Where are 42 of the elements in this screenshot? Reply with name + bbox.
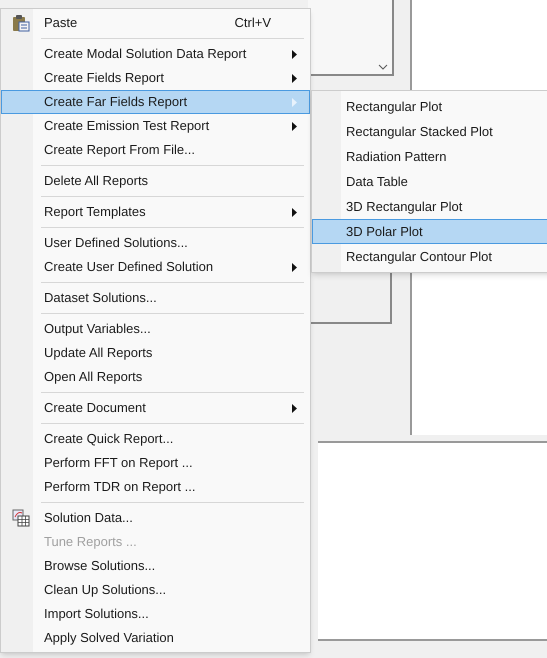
menu-item[interactable]: Delete All Reports (1, 169, 310, 193)
menu-item[interactable]: Create Report From File... (1, 138, 310, 162)
menu-item[interactable]: Create Emission Test Report (1, 114, 310, 138)
table-icon (12, 509, 30, 527)
menu-item[interactable]: 3D Rectangular Plot (312, 194, 547, 219)
menu-item[interactable]: Open All Reports (1, 365, 310, 389)
menu-item[interactable]: Create User Defined Solution (1, 255, 310, 279)
menu-item[interactable]: Perform FFT on Report ... (1, 451, 310, 475)
dropdown-field[interactable] (308, 0, 394, 76)
shortcut-text: Ctrl+V (234, 14, 271, 32)
menu-item[interactable]: Create Fields Report (1, 66, 310, 90)
menu-item[interactable]: Create Quick Report... (1, 427, 310, 451)
menu-item[interactable]: Apply Solved Variation (1, 626, 310, 650)
menu-item[interactable]: Browse Solutions... (1, 554, 310, 578)
menu-item[interactable]: Update All Reports (1, 341, 310, 365)
submenu-arrow-icon (292, 50, 297, 58)
submenu-arrow-icon (292, 208, 297, 216)
menu-item[interactable]: Radiation Pattern (312, 144, 547, 169)
submenu-arrow-icon (292, 122, 297, 130)
menu-item[interactable]: Output Variables... (1, 317, 310, 341)
menu-item[interactable]: Create Document (1, 396, 310, 420)
menu-item[interactable]: Rectangular Stacked Plot (312, 119, 547, 144)
submenu-arrow-icon (292, 74, 297, 82)
menu-item[interactable]: Import Solutions... (1, 602, 310, 626)
menu-item[interactable]: Report Templates (1, 200, 310, 224)
clipboard-icon (12, 14, 30, 32)
menu-item[interactable]: Solution Data... (1, 506, 310, 530)
chevron-down-icon (378, 64, 388, 70)
submenu-arrow-icon (292, 262, 297, 272)
menu-item[interactable]: Data Table (312, 169, 547, 194)
menu-item[interactable]: Rectangular Plot (312, 94, 547, 119)
menu-item[interactable]: Dataset Solutions... (1, 286, 310, 310)
menu-item[interactable]: Create Far Fields Report (1, 90, 310, 114)
menu-item[interactable]: User Defined Solutions... (1, 231, 310, 255)
menu-item[interactable]: Perform TDR on Report ... (1, 475, 310, 499)
menu-item[interactable]: Clean Up Solutions... (1, 578, 310, 602)
submenu-arrow-icon (292, 98, 297, 106)
menu-item[interactable]: Paste Ctrl+V (1, 11, 310, 35)
submenu-arrow-icon (292, 404, 297, 412)
menu-item[interactable]: Create Modal Solution Data Report (1, 42, 310, 66)
menu-item[interactable]: 3D Polar Plot (312, 219, 547, 244)
menu-item[interactable]: Rectangular Contour Plot (312, 244, 547, 269)
